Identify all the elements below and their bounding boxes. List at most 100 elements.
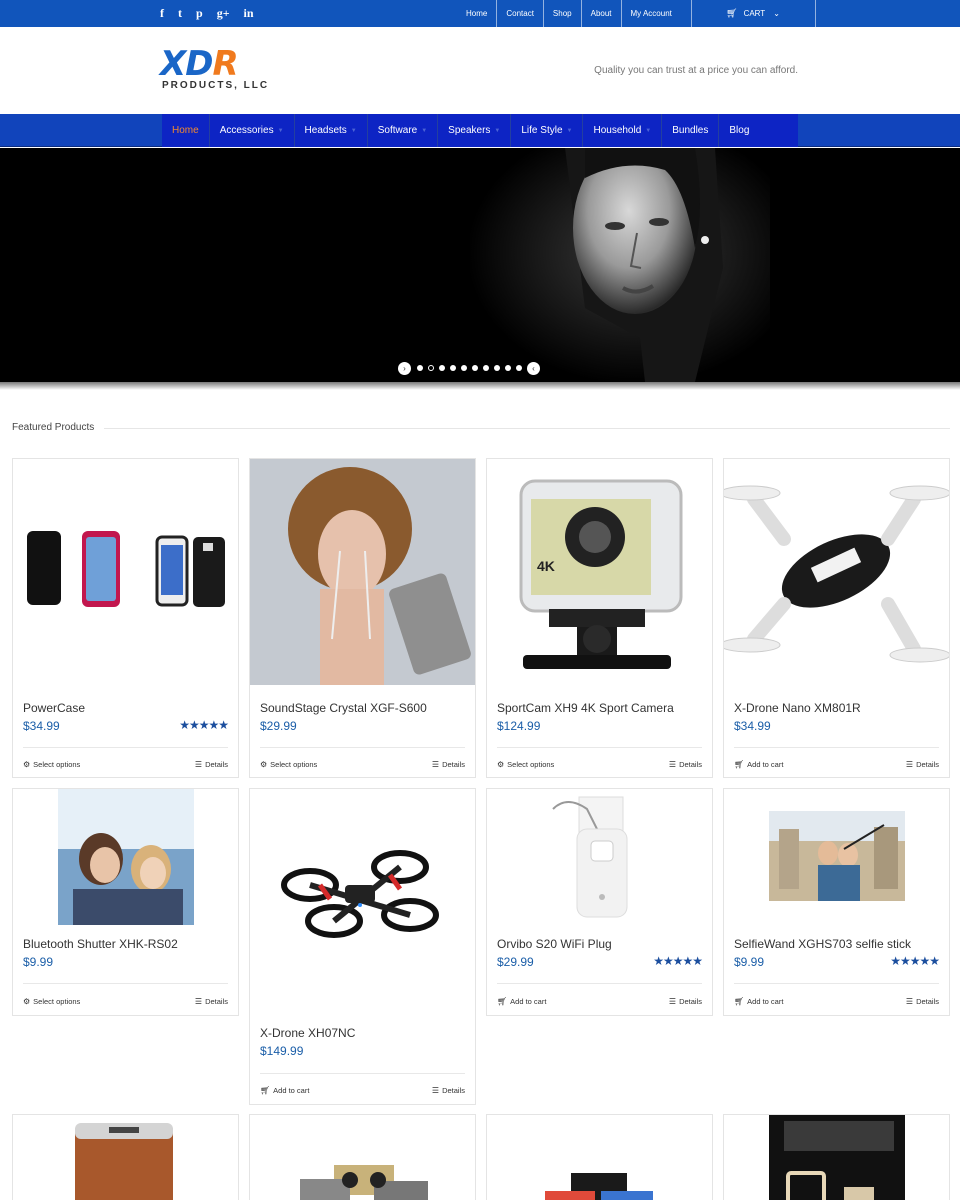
slider-dot[interactable] [515,365,522,371]
pinterest-icon[interactable]: p [196,6,203,21]
hero-slider[interactable] [0,148,960,382]
hero-shadow [0,382,960,390]
top-link-shop[interactable]: Shop [544,0,582,27]
add-to-cart-button[interactable]: 🛒︎ Add to cart [734,760,783,769]
nav-item-household[interactable]: Household ▼ [583,114,663,147]
product-title[interactable]: X-Drone XH07NC [260,1026,355,1040]
nav-item-speakers[interactable]: Speakers ▼ [438,114,512,147]
slider-dot[interactable] [471,365,478,371]
add-to-cart-button[interactable]: 🛒︎ Add to cart [734,997,783,1006]
add-to-cart-button[interactable]: 🛒︎ Add to cart [497,997,546,1006]
product-image-speaker[interactable] [250,1115,475,1200]
product-image-charger[interactable] [724,1115,949,1200]
product-card-sportcam[interactable]: 4K SportCam XH9 4K Sport Camera $124.99 … [486,458,713,778]
site-header: XDR PRODUCTS, LLC Quality you can trust … [0,27,960,114]
product-card-selfiewand[interactable]: SelfieWand XGHS703 selfie stick $9.99 ★★… [723,788,950,1016]
nav-item-headsets[interactable]: Headsets ▼ [295,114,368,147]
cart-button[interactable]: 🛒︎ CART ⌄ [692,0,816,27]
details-button[interactable]: ☰ Details [669,760,702,769]
nav-item-home[interactable]: Home [162,114,210,147]
product-price: $34.99 [734,719,771,733]
select-options-button[interactable]: ⚙ Select options [23,997,80,1006]
nav-item-blog[interactable]: Blog [719,114,759,147]
slider-dot[interactable] [427,365,434,371]
product-title[interactable]: Orvibo S20 WiFi Plug [497,937,612,951]
product-image-x-drone-nano[interactable] [724,459,949,685]
facebook-icon[interactable]: f [160,6,164,21]
product-title[interactable]: SelfieWand XGHS703 selfie stick [734,937,911,951]
details-button[interactable]: ☰ Details [432,760,465,769]
product-image-orvibo-plug[interactable] [487,789,712,929]
details-button[interactable]: ☰ Details [906,760,939,769]
details-button[interactable]: ☰ Details [195,997,228,1006]
top-links: Home Contact Shop About My Account 🛒︎ CA… [457,0,816,27]
top-link-home[interactable]: Home [457,0,498,27]
product-image-x-drone[interactable] [250,789,475,1015]
product-card-speaker-blocks[interactable] [486,1114,713,1200]
top-link-about[interactable]: About [582,0,622,27]
product-title[interactable]: Bluetooth Shutter XHK-RS02 [23,937,178,951]
product-card-x-drone-nano[interactable]: X-Drone Nano XM801R $34.99 🛒︎ Add to cart… [723,458,950,778]
slider-prev-arrow-icon[interactable]: › [398,361,411,375]
slider-dot[interactable] [493,365,500,371]
card-divider [497,747,702,748]
product-image-sportcam[interactable]: 4K [487,459,712,685]
details-button[interactable]: ☰ Details [669,997,702,1006]
top-link-my-account[interactable]: My Account [622,0,692,27]
nav-label: Bundles [672,125,709,136]
site-tagline: Quality you can trust at a price you can… [594,65,798,76]
details-button[interactable]: ☰ Details [906,997,939,1006]
slider-dot[interactable] [482,365,489,371]
site-logo[interactable]: XDR PRODUCTS, LLC [160,47,292,95]
product-card-speaker[interactable] [249,1114,476,1200]
select-options-button[interactable]: ⚙ Select options [260,760,317,769]
google-plus-icon[interactable]: g+ [217,6,230,21]
product-card-power-bank[interactable] [12,1114,239,1200]
details-button[interactable]: ☰ Details [195,760,228,769]
slider-dot[interactable] [438,365,445,371]
logo-mark: XDR [160,44,239,84]
nav-item-bundles[interactable]: Bundles [662,114,720,147]
select-options-button[interactable]: ⚙ Select options [497,760,554,769]
chevron-down-icon: ▼ [350,127,357,134]
product-title[interactable]: X-Drone Nano XM801R [734,701,861,715]
twitter-icon[interactable]: t [178,6,182,21]
list-icon: ☰ [905,997,914,1006]
cart-icon: 🛒︎ [497,997,508,1006]
chevron-down-icon: ▼ [277,127,284,134]
product-card-orvibo-plug[interactable]: Orvibo S20 WiFi Plug $29.99 ★★★★★ 🛒︎ Add … [486,788,713,1016]
slider-dot[interactable] [449,365,456,371]
nav-item-software[interactable]: Software ▼ [368,114,439,147]
product-image-bluetooth-shutter[interactable] [13,789,238,929]
product-price: $29.99 [260,719,297,733]
product-image-selfiewand[interactable] [724,789,949,929]
product-title[interactable]: SoundStage Crystal XGF-S600 [260,701,427,715]
product-image-powercase[interactable] [13,459,238,685]
slider-dot[interactable] [504,365,511,371]
product-card-soundstage[interactable]: SoundStage Crystal XGF-S600 $29.99 ⚙ Sele… [249,458,476,778]
add-to-cart-button[interactable]: 🛒︎ Add to cart [260,1086,309,1095]
card-divider [23,747,228,748]
list-icon: ☰ [905,760,914,769]
slider-dot[interactable] [460,365,467,371]
product-card-powercase[interactable]: PowerCase $34.99 ★★★★★ ⚙ Select options ☰… [12,458,239,778]
top-link-contact[interactable]: Contact [497,0,544,27]
product-card-bluetooth-shutter[interactable]: Bluetooth Shutter XHK-RS02 $9.99 ⚙ Select… [12,788,239,1016]
product-title[interactable]: PowerCase [23,701,85,715]
details-button[interactable]: ☰ Details [432,1086,465,1095]
slider-next-arrow-icon[interactable]: ‹ [527,361,540,375]
linkedin-icon[interactable]: in [244,6,254,21]
product-title[interactable]: SportCam XH9 4K Sport Camera [497,701,674,715]
nav-item-accessories[interactable]: Accessories ▼ [210,114,295,147]
product-price: $124.99 [497,719,541,733]
select-options-button[interactable]: ⚙ Select options [23,760,80,769]
slider-dot[interactable] [416,365,423,371]
product-card-charger[interactable] [723,1114,950,1200]
product-image-speaker-blocks[interactable] [487,1115,712,1200]
list-icon: ☰ [668,997,677,1006]
product-card-x-drone[interactable]: X-Drone XH07NC $149.99 🛒︎ Add to cart ☰ De… [249,788,476,1105]
product-image-power-bank[interactable] [13,1115,238,1200]
product-image-soundstage[interactable] [250,459,475,685]
featured-products-heading: Featured Products [12,422,95,433]
nav-item-life-style[interactable]: Life Style ▼ [511,114,584,147]
